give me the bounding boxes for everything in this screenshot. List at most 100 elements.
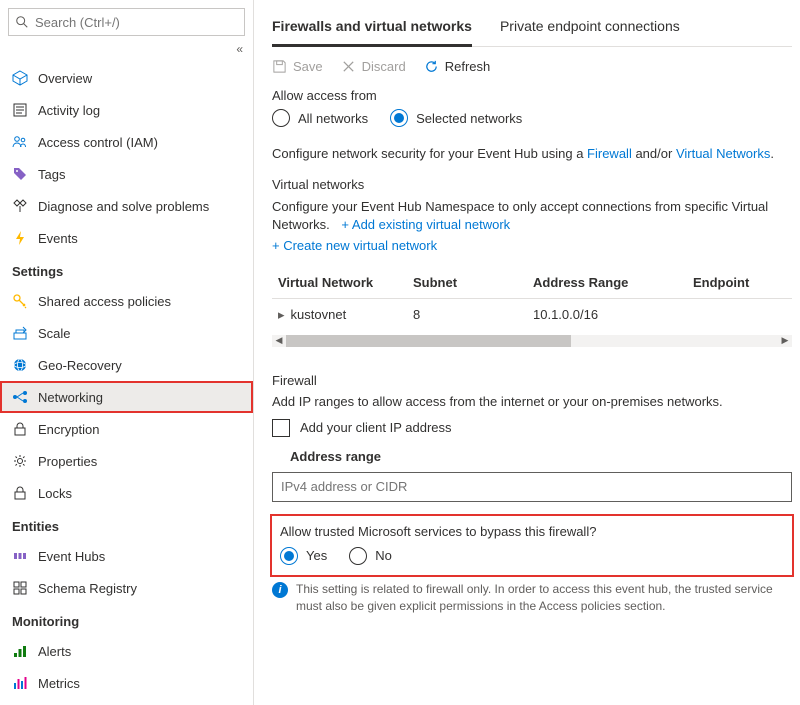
radio-icon bbox=[272, 109, 290, 127]
col-header-endpoint[interactable]: Endpoint bbox=[687, 267, 792, 299]
diagnose-icon bbox=[12, 198, 28, 214]
radio-icon bbox=[349, 547, 367, 565]
horizontal-scrollbar[interactable]: ◀ ▶ bbox=[272, 335, 792, 347]
radio-label: Yes bbox=[306, 548, 327, 563]
collapse-sidebar-button[interactable]: « bbox=[0, 40, 253, 62]
sidebar-item-label: Access control (IAM) bbox=[38, 135, 158, 150]
nav-heading-entities: Entities bbox=[0, 509, 253, 540]
sidebar-item-label: Properties bbox=[38, 454, 97, 469]
table-row[interactable]: ▸ kustovnet 8 10.1.0.0/16 bbox=[272, 299, 792, 331]
radio-trusted-no[interactable]: No bbox=[349, 547, 392, 565]
sidebar-item-geo-recovery[interactable]: Geo-Recovery bbox=[0, 349, 253, 381]
sidebar-item-encryption[interactable]: Encryption bbox=[0, 413, 253, 445]
col-header-subnet[interactable]: Subnet bbox=[407, 267, 527, 299]
sidebar-item-overview[interactable]: Overview bbox=[0, 62, 253, 94]
checkbox-add-client-ip[interactable] bbox=[272, 419, 290, 437]
chevron-right-icon: ▸ bbox=[278, 307, 285, 323]
sidebar-item-diagnose[interactable]: Diagnose and solve problems bbox=[0, 190, 253, 222]
sidebar-item-tags[interactable]: Tags bbox=[0, 158, 253, 190]
radio-label: All networks bbox=[298, 111, 368, 126]
key-icon bbox=[12, 293, 28, 309]
sidebar-item-label: Networking bbox=[38, 390, 103, 405]
cell-endpoint bbox=[687, 299, 792, 331]
address-range-label: Address range bbox=[272, 449, 792, 464]
sidebar-item-activity-log[interactable]: Activity log bbox=[0, 94, 253, 126]
sidebar-item-label: Shared access policies bbox=[38, 294, 171, 309]
sidebar-item-scale[interactable]: Scale bbox=[0, 317, 253, 349]
sidebar-item-label: Event Hubs bbox=[38, 549, 105, 564]
access-radio-group: All networks Selected networks bbox=[272, 109, 792, 127]
main-content: Firewalls and virtual networks Private e… bbox=[254, 0, 800, 705]
overview-icon bbox=[12, 70, 28, 86]
sidebar-item-metrics[interactable]: Metrics bbox=[0, 667, 253, 699]
search-input-wrapper[interactable] bbox=[8, 8, 245, 36]
schema-registry-icon bbox=[12, 580, 28, 596]
sidebar-item-label: Events bbox=[38, 231, 78, 246]
sidebar-item-locks[interactable]: Locks bbox=[0, 477, 253, 509]
sidebar-item-shared-access-policies[interactable]: Shared access policies bbox=[0, 285, 253, 317]
address-range-input[interactable] bbox=[272, 472, 792, 502]
sidebar-item-label: Diagnose and solve problems bbox=[38, 199, 209, 214]
sidebar-item-label: Scale bbox=[38, 326, 71, 341]
link-firewall[interactable]: Firewall bbox=[587, 146, 632, 161]
scroll-right-icon[interactable]: ▶ bbox=[778, 335, 792, 347]
radio-selected-networks[interactable]: Selected networks bbox=[390, 109, 522, 127]
cell-vnet-name: kustovnet bbox=[291, 307, 347, 322]
lock-icon bbox=[12, 485, 28, 501]
radio-trusted-yes[interactable]: Yes bbox=[280, 547, 327, 565]
sidebar-item-label: Metrics bbox=[38, 676, 80, 691]
tab-private-endpoints[interactable]: Private endpoint connections bbox=[500, 10, 680, 46]
sidebar-item-access-control[interactable]: Access control (IAM) bbox=[0, 126, 253, 158]
vnet-heading: Virtual networks bbox=[272, 177, 792, 192]
sidebar-item-events[interactable]: Events bbox=[0, 222, 253, 254]
search-input[interactable] bbox=[29, 15, 238, 30]
access-control-icon bbox=[12, 134, 28, 150]
alerts-icon bbox=[12, 643, 28, 659]
networking-icon bbox=[12, 389, 28, 405]
refresh-icon bbox=[424, 59, 439, 74]
globe-icon bbox=[12, 357, 28, 373]
discard-icon bbox=[341, 59, 356, 74]
cell-addr: 10.1.0.0/16 bbox=[527, 299, 687, 331]
toolbar-label: Save bbox=[293, 59, 323, 74]
firewall-heading: Firewall bbox=[272, 373, 792, 388]
checkbox-label: Add your client IP address bbox=[300, 420, 452, 435]
link-add-existing-vnet[interactable]: + Add existing virtual network bbox=[341, 217, 510, 232]
nav-heading-monitoring: Monitoring bbox=[0, 604, 253, 635]
sidebar-item-label: Schema Registry bbox=[38, 581, 137, 596]
allow-access-label: Allow access from bbox=[272, 88, 792, 103]
nav-heading-settings: Settings bbox=[0, 254, 253, 285]
sidebar-item-label: Alerts bbox=[38, 644, 71, 659]
nav: Overview Activity log Access control (IA… bbox=[0, 62, 253, 705]
sidebar-item-schema-registry[interactable]: Schema Registry bbox=[0, 572, 253, 604]
sidebar-item-event-hubs[interactable]: Event Hubs bbox=[0, 540, 253, 572]
scroll-left-icon[interactable]: ◀ bbox=[272, 335, 286, 347]
sidebar: « Overview Activity log Access control (… bbox=[0, 0, 254, 705]
radio-label: Selected networks bbox=[416, 111, 522, 126]
event-hubs-icon bbox=[12, 548, 28, 564]
cell-subnet: 8 bbox=[407, 299, 527, 331]
tags-icon bbox=[12, 166, 28, 182]
refresh-button[interactable]: Refresh bbox=[424, 59, 491, 74]
sidebar-item-label: Geo-Recovery bbox=[38, 358, 122, 373]
sidebar-item-alerts[interactable]: Alerts bbox=[0, 635, 253, 667]
link-create-new-vnet[interactable]: + Create new virtual network bbox=[272, 237, 792, 255]
col-header-vnet[interactable]: Virtual Network bbox=[272, 267, 407, 299]
col-header-addr[interactable]: Address Range bbox=[527, 267, 687, 299]
activity-log-icon bbox=[12, 102, 28, 118]
properties-icon bbox=[12, 453, 28, 469]
radio-icon bbox=[280, 547, 298, 565]
save-button[interactable]: Save bbox=[272, 59, 323, 74]
sidebar-item-networking[interactable]: Networking bbox=[0, 381, 253, 413]
sidebar-item-label: Activity log bbox=[38, 103, 100, 118]
link-virtual-networks[interactable]: Virtual Networks bbox=[676, 146, 770, 161]
search-icon bbox=[15, 15, 29, 29]
tab-firewalls[interactable]: Firewalls and virtual networks bbox=[272, 10, 472, 47]
discard-button[interactable]: Discard bbox=[341, 59, 406, 74]
sidebar-item-properties[interactable]: Properties bbox=[0, 445, 253, 477]
radio-all-networks[interactable]: All networks bbox=[272, 109, 368, 127]
scale-icon bbox=[12, 325, 28, 341]
save-icon bbox=[272, 59, 287, 74]
vnet-description: Configure your Event Hub Namespace to on… bbox=[272, 198, 792, 255]
trusted-services-group: Allow trusted Microsoft services to bypa… bbox=[272, 516, 792, 575]
